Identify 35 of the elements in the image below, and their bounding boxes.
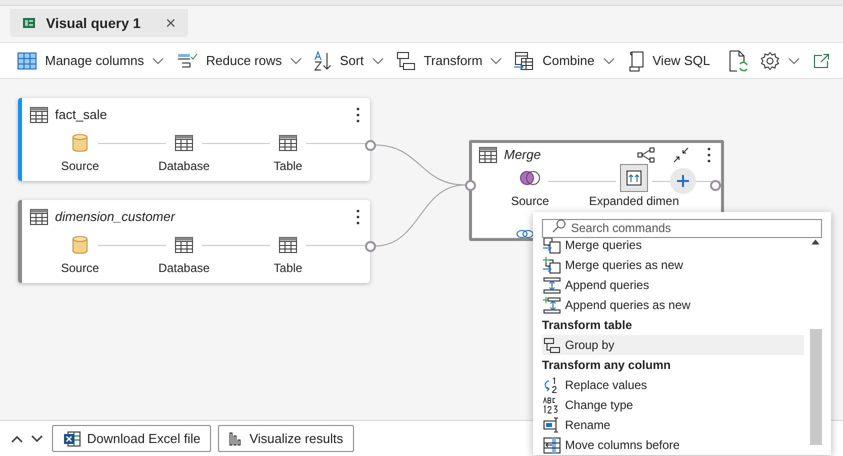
step-label[interactable]: Source <box>60 258 100 276</box>
step-label[interactable]: Table <box>274 156 302 174</box>
toolbar-button[interactable]: Reduce rows <box>206 50 282 70</box>
query-tab[interactable]: Visual query 1 × <box>10 9 188 37</box>
close-icon[interactable]: × <box>165 14 176 32</box>
step-label[interactable]: Source <box>510 194 550 208</box>
section-header: Transform any column <box>542 357 672 374</box>
step-label[interactable]: Table <box>274 258 302 276</box>
toolbar-button[interactable]: Download Excel file <box>52 425 212 452</box>
section-header: Transform table <box>542 317 634 334</box>
step-label[interactable]: Expanded dimen <box>588 194 680 208</box>
tab-title: Visual query 1 <box>46 14 141 33</box>
toolbar-button[interactable]: Transform <box>424 50 482 70</box>
query-title: dimension_customer <box>55 208 175 226</box>
step-label[interactable]: Database <box>158 258 210 276</box>
query-title: Merge <box>504 146 541 164</box>
step-label[interactable]: Database <box>158 156 210 174</box>
toolbar-button[interactable]: View SQL <box>652 50 710 70</box>
menu-item[interactable]: Append queries as new <box>542 295 804 315</box>
query-title: fact_sale <box>55 106 108 124</box>
menu-item[interactable]: Append queries <box>542 275 804 295</box>
toolbar-button[interactable]: Manage columns <box>45 50 144 70</box>
query-card[interactable]: fact_sale Source Database Table <box>18 98 370 181</box>
toolbar-button[interactable]: Sort <box>340 50 364 70</box>
search-field[interactable]: Search commands <box>542 218 822 238</box>
menu-item[interactable]: Move columns before <box>542 435 804 455</box>
menu-item[interactable]: Replace values <box>542 375 804 395</box>
menu-item[interactable]: Rename <box>542 415 804 435</box>
menu-item[interactable]: Change type <box>542 395 804 415</box>
toolbar-button[interactable]: Visualize results <box>218 425 354 452</box>
toolbar-button[interactable]: Combine <box>542 50 594 70</box>
menu-item[interactable]: Group by <box>542 335 804 355</box>
step-label[interactable]: Source <box>60 156 100 174</box>
query-card[interactable]: dimension_customer Source Database Table <box>18 200 370 283</box>
menu-item[interactable]: Merge queries as new <box>542 255 804 275</box>
